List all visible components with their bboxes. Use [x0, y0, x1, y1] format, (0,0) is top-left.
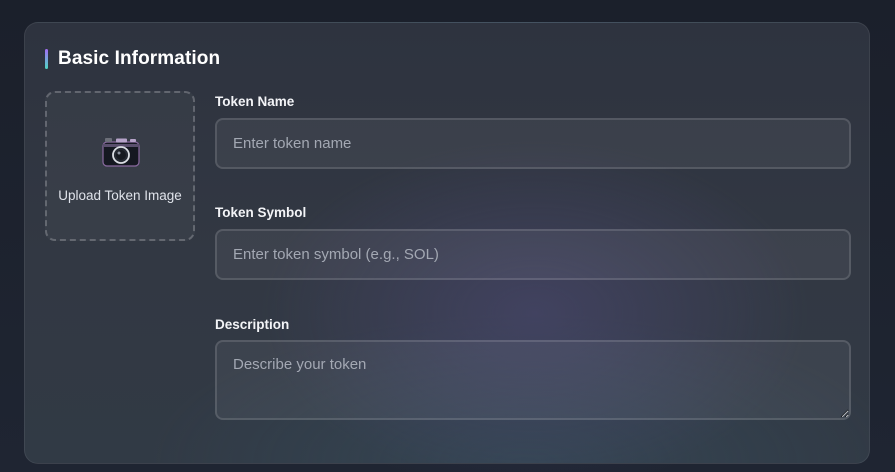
description-textarea[interactable] — [215, 340, 851, 420]
token-symbol-label: Token Symbol — [215, 205, 307, 220]
description-label: Description — [215, 317, 290, 332]
basic-information-card: Basic Information Upload Token Image Tok… — [24, 22, 870, 464]
upload-token-image-button[interactable]: Upload Token Image — [45, 91, 195, 241]
upload-token-image-label: Upload Token Image — [58, 188, 182, 203]
camera-icon — [102, 138, 140, 167]
token-name-label: Token Name — [215, 94, 295, 109]
page: Basic Information Upload Token Image Tok… — [0, 0, 895, 472]
section-title: Basic Information — [58, 48, 221, 69]
section-header: Basic Information — [45, 47, 220, 71]
title-accent-bar — [45, 49, 48, 69]
token-symbol-input[interactable] — [215, 229, 851, 280]
token-name-input[interactable] — [215, 118, 851, 169]
